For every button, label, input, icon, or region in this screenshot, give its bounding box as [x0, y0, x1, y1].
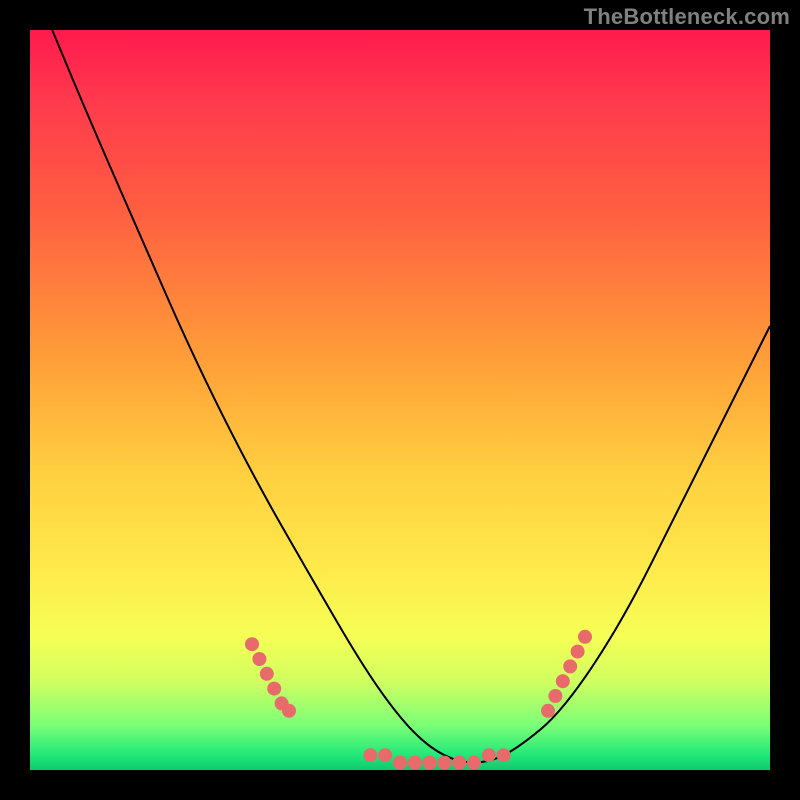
- data-point: [393, 756, 407, 770]
- data-point: [363, 748, 377, 762]
- data-point: [423, 756, 437, 770]
- bottleneck-curve: [52, 30, 770, 763]
- data-point: [437, 756, 451, 770]
- data-point: [245, 637, 259, 651]
- data-point: [260, 667, 274, 681]
- curve-layer: [52, 30, 770, 763]
- data-point: [563, 659, 577, 673]
- data-point: [578, 630, 592, 644]
- chart-frame: TheBottleneck.com: [0, 0, 800, 800]
- data-point: [467, 756, 481, 770]
- data-point: [452, 756, 466, 770]
- marker-layer: [245, 630, 592, 770]
- data-point: [482, 748, 496, 762]
- data-point: [267, 682, 281, 696]
- data-point: [548, 689, 562, 703]
- data-point: [408, 756, 422, 770]
- data-point: [497, 748, 511, 762]
- chart-svg: [30, 30, 770, 770]
- plot-area: [30, 30, 770, 770]
- data-point: [282, 704, 296, 718]
- data-point: [541, 704, 555, 718]
- data-point: [571, 645, 585, 659]
- data-point: [252, 652, 266, 666]
- watermark-text: TheBottleneck.com: [584, 4, 790, 30]
- data-point: [378, 748, 392, 762]
- data-point: [556, 674, 570, 688]
